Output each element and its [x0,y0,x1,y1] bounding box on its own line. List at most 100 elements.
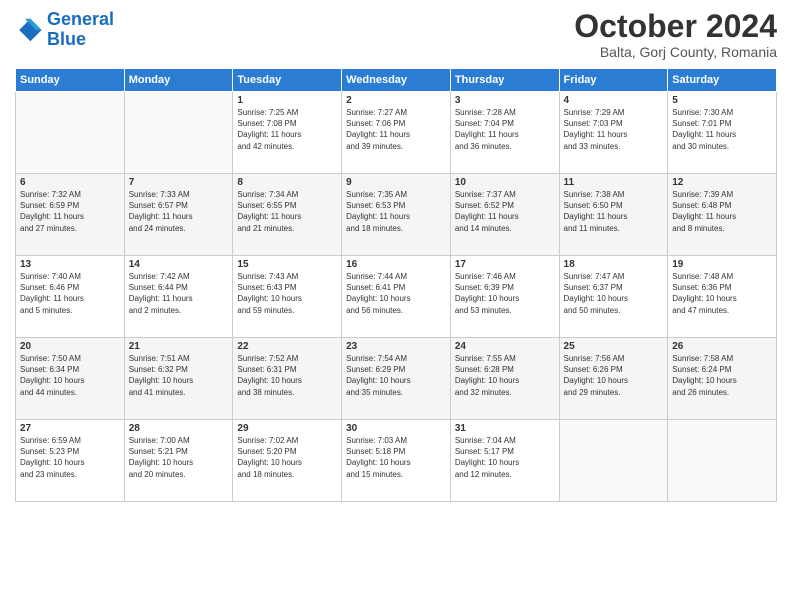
day-info: Sunrise: 7:58 AMSunset: 6:24 PMDaylight:… [672,353,772,398]
day-number: 29 [237,423,337,434]
calendar-week-row: 6Sunrise: 7:32 AMSunset: 6:59 PMDaylight… [16,174,777,256]
day-number: 16 [346,259,446,270]
calendar-cell: 3Sunrise: 7:28 AMSunset: 7:04 PMDaylight… [450,92,559,174]
day-info: Sunrise: 7:29 AMSunset: 7:03 PMDaylight:… [564,107,664,152]
day-info: Sunrise: 7:03 AMSunset: 5:18 PMDaylight:… [346,435,446,480]
calendar-table: Sunday Monday Tuesday Wednesday Thursday… [15,68,777,502]
title-block: October 2024 Balta, Gorj County, Romania [574,10,777,60]
calendar-cell [668,420,777,502]
th-monday: Monday [124,69,233,92]
day-number: 20 [20,341,120,352]
calendar-cell: 14Sunrise: 7:42 AMSunset: 6:44 PMDayligh… [124,256,233,338]
day-info: Sunrise: 7:32 AMSunset: 6:59 PMDaylight:… [20,189,120,234]
day-number: 4 [564,95,664,106]
calendar-cell: 6Sunrise: 7:32 AMSunset: 6:59 PMDaylight… [16,174,125,256]
calendar-cell [559,420,668,502]
day-number: 21 [129,341,229,352]
day-number: 8 [237,177,337,188]
calendar-cell: 24Sunrise: 7:55 AMSunset: 6:28 PMDayligh… [450,338,559,420]
calendar-cell: 1Sunrise: 7:25 AMSunset: 7:08 PMDaylight… [233,92,342,174]
calendar-cell: 10Sunrise: 7:37 AMSunset: 6:52 PMDayligh… [450,174,559,256]
day-info: Sunrise: 7:50 AMSunset: 6:34 PMDaylight:… [20,353,120,398]
calendar-cell: 29Sunrise: 7:02 AMSunset: 5:20 PMDayligh… [233,420,342,502]
day-info: Sunrise: 7:44 AMSunset: 6:41 PMDaylight:… [346,271,446,316]
day-info: Sunrise: 7:43 AMSunset: 6:43 PMDaylight:… [237,271,337,316]
day-number: 27 [20,423,120,434]
th-sunday: Sunday [16,69,125,92]
day-info: Sunrise: 7:27 AMSunset: 7:06 PMDaylight:… [346,107,446,152]
calendar-page: General Blue October 2024 Balta, Gorj Co… [0,0,792,612]
day-info: Sunrise: 7:56 AMSunset: 6:26 PMDaylight:… [564,353,664,398]
calendar-week-row: 13Sunrise: 7:40 AMSunset: 6:46 PMDayligh… [16,256,777,338]
calendar-cell: 16Sunrise: 7:44 AMSunset: 6:41 PMDayligh… [342,256,451,338]
logo: General Blue [15,10,114,50]
day-number: 6 [20,177,120,188]
day-info: Sunrise: 7:00 AMSunset: 5:21 PMDaylight:… [129,435,229,480]
calendar-week-row: 27Sunrise: 6:59 AMSunset: 5:23 PMDayligh… [16,420,777,502]
header-row: Sunday Monday Tuesday Wednesday Thursday… [16,69,777,92]
day-info: Sunrise: 7:46 AMSunset: 6:39 PMDaylight:… [455,271,555,316]
logo-general: General [47,9,114,29]
calendar-cell: 27Sunrise: 6:59 AMSunset: 5:23 PMDayligh… [16,420,125,502]
calendar-cell: 20Sunrise: 7:50 AMSunset: 6:34 PMDayligh… [16,338,125,420]
day-info: Sunrise: 7:48 AMSunset: 6:36 PMDaylight:… [672,271,772,316]
day-info: Sunrise: 7:55 AMSunset: 6:28 PMDaylight:… [455,353,555,398]
calendar-cell: 18Sunrise: 7:47 AMSunset: 6:37 PMDayligh… [559,256,668,338]
calendar-cell: 26Sunrise: 7:58 AMSunset: 6:24 PMDayligh… [668,338,777,420]
day-number: 14 [129,259,229,270]
calendar-cell: 31Sunrise: 7:04 AMSunset: 5:17 PMDayligh… [450,420,559,502]
day-info: Sunrise: 7:34 AMSunset: 6:55 PMDaylight:… [237,189,337,234]
calendar-title: October 2024 [574,10,777,42]
day-info: Sunrise: 7:28 AMSunset: 7:04 PMDaylight:… [455,107,555,152]
calendar-cell: 13Sunrise: 7:40 AMSunset: 6:46 PMDayligh… [16,256,125,338]
day-number: 12 [672,177,772,188]
calendar-header: General Blue October 2024 Balta, Gorj Co… [15,10,777,60]
calendar-cell [16,92,125,174]
day-info: Sunrise: 7:39 AMSunset: 6:48 PMDaylight:… [672,189,772,234]
day-number: 10 [455,177,555,188]
day-number: 18 [564,259,664,270]
calendar-cell: 7Sunrise: 7:33 AMSunset: 6:57 PMDaylight… [124,174,233,256]
day-info: Sunrise: 7:40 AMSunset: 6:46 PMDaylight:… [20,271,120,316]
day-number: 11 [564,177,664,188]
calendar-cell: 25Sunrise: 7:56 AMSunset: 6:26 PMDayligh… [559,338,668,420]
day-number: 22 [237,341,337,352]
th-saturday: Saturday [668,69,777,92]
calendar-cell: 4Sunrise: 7:29 AMSunset: 7:03 PMDaylight… [559,92,668,174]
day-number: 23 [346,341,446,352]
calendar-cell: 2Sunrise: 7:27 AMSunset: 7:06 PMDaylight… [342,92,451,174]
day-number: 17 [455,259,555,270]
calendar-week-row: 1Sunrise: 7:25 AMSunset: 7:08 PMDaylight… [16,92,777,174]
logo-text: General Blue [47,10,114,50]
logo-icon [15,16,43,44]
logo-blue: Blue [47,29,86,49]
day-info: Sunrise: 7:33 AMSunset: 6:57 PMDaylight:… [129,189,229,234]
calendar-cell: 19Sunrise: 7:48 AMSunset: 6:36 PMDayligh… [668,256,777,338]
th-wednesday: Wednesday [342,69,451,92]
day-info: Sunrise: 7:51 AMSunset: 6:32 PMDaylight:… [129,353,229,398]
day-number: 9 [346,177,446,188]
calendar-cell: 30Sunrise: 7:03 AMSunset: 5:18 PMDayligh… [342,420,451,502]
day-number: 5 [672,95,772,106]
calendar-cell: 23Sunrise: 7:54 AMSunset: 6:29 PMDayligh… [342,338,451,420]
calendar-cell: 28Sunrise: 7:00 AMSunset: 5:21 PMDayligh… [124,420,233,502]
day-number: 30 [346,423,446,434]
calendar-subtitle: Balta, Gorj County, Romania [574,44,777,60]
th-friday: Friday [559,69,668,92]
day-number: 31 [455,423,555,434]
day-number: 25 [564,341,664,352]
day-info: Sunrise: 7:35 AMSunset: 6:53 PMDaylight:… [346,189,446,234]
day-number: 28 [129,423,229,434]
calendar-cell [124,92,233,174]
day-info: Sunrise: 7:52 AMSunset: 6:31 PMDaylight:… [237,353,337,398]
calendar-cell: 12Sunrise: 7:39 AMSunset: 6:48 PMDayligh… [668,174,777,256]
calendar-cell: 15Sunrise: 7:43 AMSunset: 6:43 PMDayligh… [233,256,342,338]
calendar-cell: 5Sunrise: 7:30 AMSunset: 7:01 PMDaylight… [668,92,777,174]
th-thursday: Thursday [450,69,559,92]
calendar-cell: 17Sunrise: 7:46 AMSunset: 6:39 PMDayligh… [450,256,559,338]
calendar-cell: 9Sunrise: 7:35 AMSunset: 6:53 PMDaylight… [342,174,451,256]
day-number: 1 [237,95,337,106]
day-info: Sunrise: 7:38 AMSunset: 6:50 PMDaylight:… [564,189,664,234]
day-number: 13 [20,259,120,270]
day-info: Sunrise: 7:30 AMSunset: 7:01 PMDaylight:… [672,107,772,152]
